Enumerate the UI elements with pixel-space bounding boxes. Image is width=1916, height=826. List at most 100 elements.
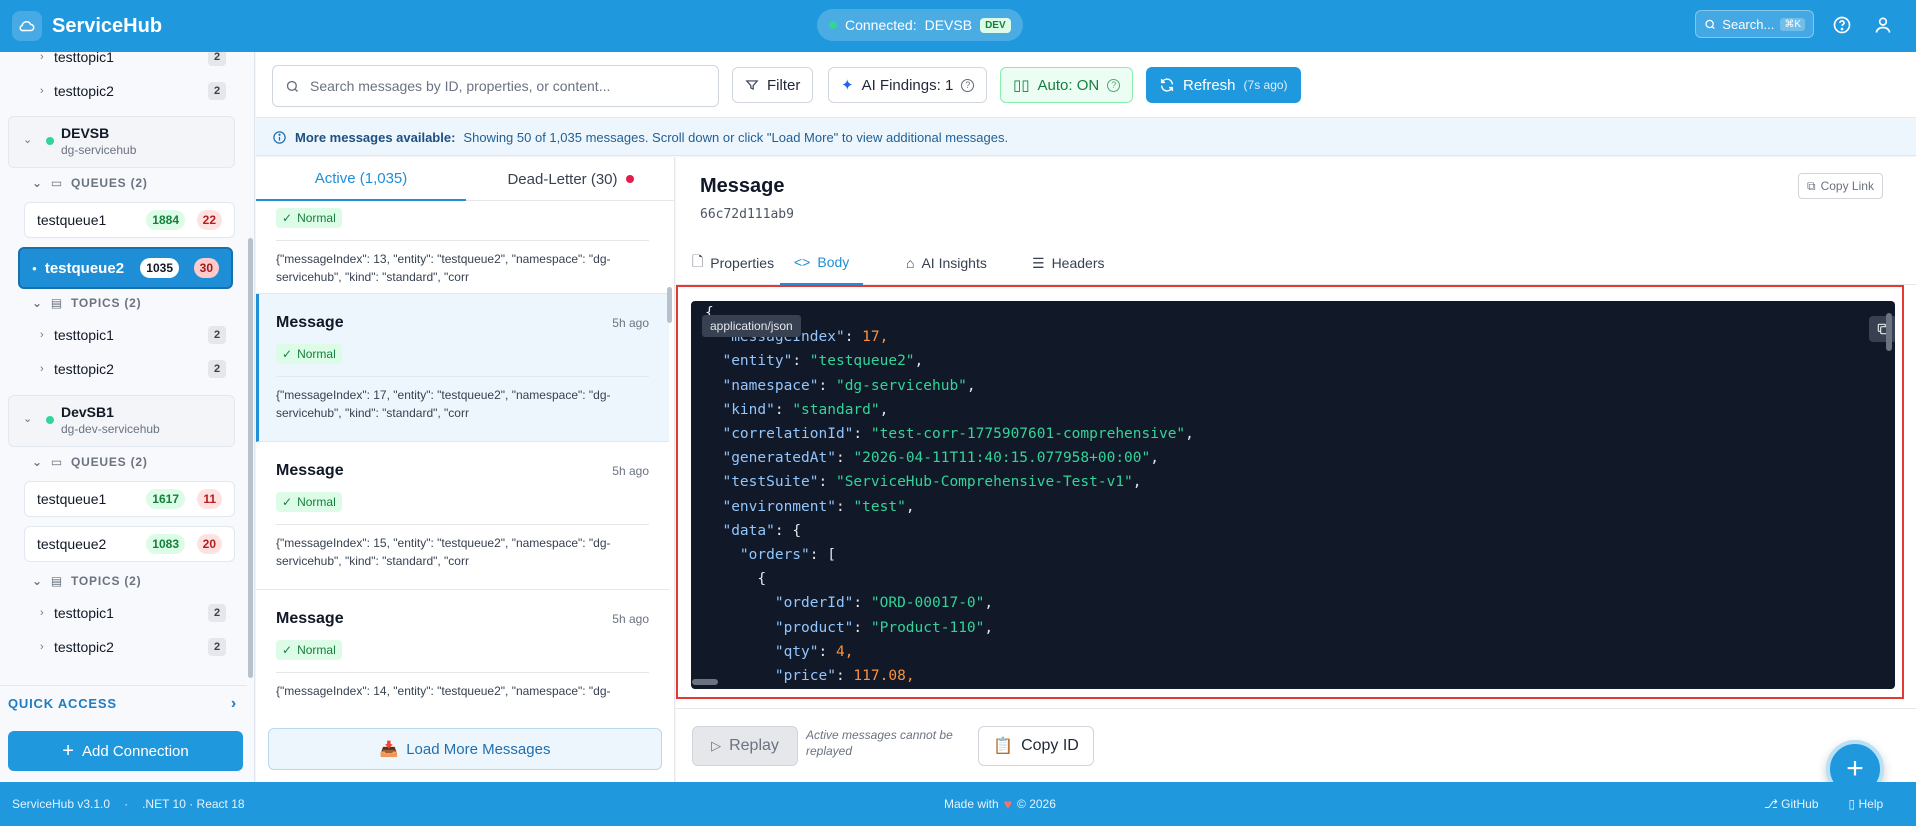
json-suffix: , [984, 595, 994, 612]
topics-label: TOPICS (2) [71, 574, 142, 588]
filter-icon [745, 80, 759, 91]
queue-item-testqueue1[interactable]: testqueue1 1617 11 [24, 481, 235, 517]
made-with-text: Made with [944, 797, 999, 811]
help-icon[interactable] [1829, 12, 1855, 38]
priority-badge: ✓ Normal [276, 640, 342, 660]
add-connection-button[interactable]: + Add Connection [8, 731, 243, 771]
json-value: "ORD-00017-0" [870, 595, 985, 612]
topic-count: 2 [208, 604, 226, 622]
queue-item-testqueue2[interactable]: testqueue2 1083 20 [24, 526, 235, 562]
message-title: Message [276, 462, 344, 479]
auto-refresh-toggle[interactable]: ▯▯ Auto: ON ? [1000, 67, 1134, 103]
app-version: ServiceHub v3.1.0 [12, 797, 111, 811]
queues-section-header[interactable]: ⌄ ▭ QUEUES (2) [32, 455, 148, 469]
sparkle-icon: ✦ [841, 77, 854, 94]
json-code-viewer[interactable]: { "messageIndex": 17, "entity": "testque… [691, 301, 1895, 689]
json-key: "orderId" [774, 595, 854, 612]
tab-ai-insights[interactable]: ⌂ AI Insights [906, 241, 987, 285]
help-link[interactable]: ▯ Help [1849, 797, 1884, 811]
message-search-input[interactable]: Search messages by ID, properties, or co… [272, 65, 719, 107]
document-icon: 🗋 [692, 253, 704, 269]
connected-dot-icon [829, 21, 837, 29]
tab-dead-letter[interactable]: Dead-Letter (30) [466, 157, 675, 201]
chevron-right-icon: › [40, 607, 44, 619]
tab-dead-label: Dead-Letter (30) [507, 170, 618, 188]
json-value: "testqueue2" [809, 353, 915, 370]
user-icon[interactable] [1870, 12, 1896, 38]
topics-section-header[interactable]: ⌄ ▤ TOPICS (2) [32, 574, 141, 588]
github-link[interactable]: ⎇ GitHub [1764, 797, 1819, 811]
plus-icon: + [62, 740, 74, 762]
tab-body[interactable]: <> Body [780, 241, 864, 285]
code-horizontal-scrollbar[interactable] [692, 679, 718, 685]
copy-link-button[interactable]: ⧉ Copy Link [1798, 173, 1883, 199]
json-colon: : [853, 595, 871, 612]
copy-id-button[interactable]: 📋 Copy ID [978, 726, 1094, 766]
filter-button[interactable]: Filter [732, 67, 814, 103]
message-list-item-selected[interactable]: Message 5h ago ✓ Normal {"messageIndex":… [256, 294, 669, 442]
message-list-scrollbar[interactable] [667, 287, 672, 323]
topics-section-header[interactable]: ⌄ ▤ TOPICS (2) [32, 296, 141, 310]
item-separator [276, 240, 649, 241]
sidebar-topic-item[interactable]: › testtopic1 2 [40, 602, 240, 624]
queue-item-testqueue1[interactable]: testqueue1 1884 22 [24, 202, 235, 238]
tab-active[interactable]: Active (1,035) [256, 157, 466, 201]
sidebar-topic-item[interactable]: › testtopic2 2 [40, 80, 240, 102]
topic-count: 2 [208, 326, 226, 344]
sidebar-topic-item[interactable]: › testtopic2 2 [40, 636, 240, 658]
replay-label: Replay [729, 737, 779, 754]
priority-label: Normal [297, 347, 336, 361]
message-title: Message [276, 314, 344, 331]
namespace-devsb[interactable]: ⌄ DEVSB dg-servicehub [8, 116, 235, 168]
search-icon [1705, 19, 1715, 29]
global-search[interactable]: Search... ⌘K [1695, 10, 1814, 38]
json-colon: : [774, 401, 793, 418]
sidebar-topic-item[interactable]: › testtopic1 2 [40, 52, 240, 68]
json-value: "Product-110" [870, 619, 985, 636]
help-circle-icon: ? [961, 78, 975, 92]
sidebar-topic-item[interactable]: › testtopic1 2 [40, 324, 240, 346]
more-messages-banner: More messages available: Showing 50 of 1… [256, 119, 1916, 156]
deadletter-count-badge: 20 [196, 534, 222, 554]
chevron-right-icon: › [230, 694, 237, 712]
chevron-down-icon: ⌄ [32, 296, 43, 310]
deadletter-count-badge: 22 [196, 210, 222, 230]
queue-item-testqueue2[interactable]: ● testqueue2 1035 30 [18, 247, 233, 289]
code-vertical-scrollbar[interactable] [1886, 313, 1892, 351]
connection-status[interactable]: Connected: DEVSB DEV [817, 9, 1023, 41]
json-suffix: , [914, 353, 924, 370]
load-more-button[interactable]: 📥 Load More Messages [268, 728, 662, 770]
json-suffix: , [844, 643, 854, 660]
message-title: Message [276, 610, 344, 627]
message-list-item[interactable]: Message 5h ago ✓ Normal {"messageIndex":… [256, 590, 669, 717]
sidebar-scrollbar[interactable] [248, 238, 253, 678]
sidebar-topic-item[interactable]: › testtopic2 2 [40, 358, 240, 380]
tab-properties[interactable]: 🗋 Properties [692, 241, 774, 285]
queues-section-header[interactable]: ⌄ ▭ QUEUES (2) [32, 176, 148, 190]
message-list-item[interactable]: Message 5h ago ✓ Normal {"messageIndex":… [256, 442, 669, 590]
refresh-button[interactable]: Refresh (7s ago) [1146, 67, 1301, 103]
tab-headers[interactable]: ☰ Headers [1032, 241, 1104, 285]
message-preview: {"messageIndex": 14, "entity": "testqueu… [276, 684, 611, 698]
message-tabs: Active (1,035) Dead-Letter (30) [256, 157, 675, 201]
chevron-right-icon: › [40, 329, 44, 341]
chevron-right-icon: › [40, 85, 44, 97]
quick-access-toggle[interactable]: QUICK ACCESS › [0, 685, 247, 721]
namespace-devsb1[interactable]: ⌄ DevSB1 dg-dev-servicehub [8, 395, 235, 447]
topic-count: 2 [208, 638, 226, 656]
chevron-right-icon: › [40, 363, 44, 375]
inbox-icon: ▭ [50, 455, 63, 469]
separator: · [124, 797, 129, 811]
copy-icon: ⧉ [1807, 178, 1816, 193]
book-icon: ▯ [1848, 797, 1856, 811]
topic-count: 2 [208, 52, 226, 66]
json-suffix: , [905, 668, 915, 684]
message-list-item[interactable]: ✓ Normal {"messageIndex": 13, "entity": … [256, 202, 669, 294]
banner-text: Showing 50 of 1,035 messages. Scroll dow… [463, 129, 1009, 145]
ai-findings-button[interactable]: ✦ AI Findings: 1 ? [828, 67, 988, 103]
json-colon: : [844, 329, 863, 346]
json-key: "orders" [739, 547, 810, 563]
replay-button[interactable]: ▷ Replay [692, 726, 798, 766]
json-value: "standard" [792, 401, 880, 418]
